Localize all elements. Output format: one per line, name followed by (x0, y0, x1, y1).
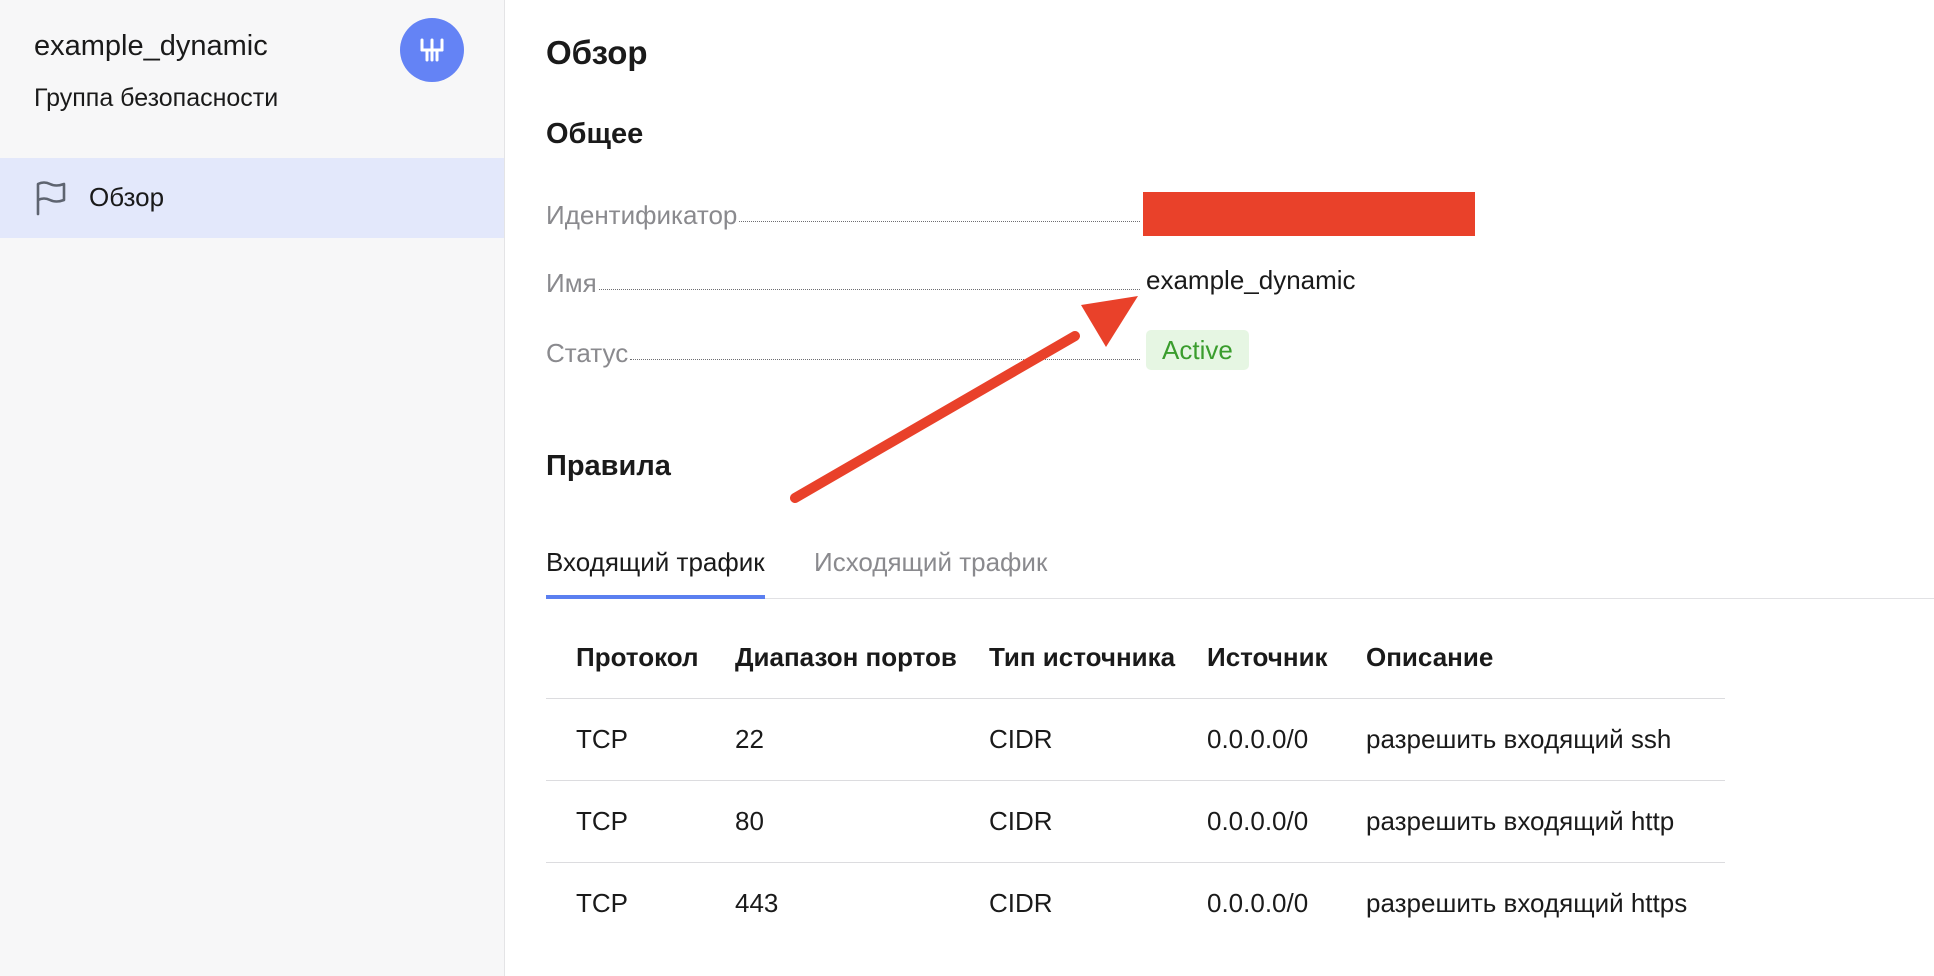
table-row[interactable]: TCP 80 CIDR 0.0.0.0/0 разрешить входящий… (546, 780, 1725, 863)
page-title: Обзор (546, 34, 648, 71)
property-row-name: Имя (546, 258, 1142, 298)
redacted-id-value (1143, 192, 1475, 236)
cell-source-type: CIDR (959, 780, 1177, 863)
flag-icon (34, 180, 68, 221)
dotted-leader (598, 289, 1140, 290)
cell-source: 0.0.0.0/0 (1177, 780, 1336, 863)
rules-table: Протокол Диапазон портов Тип источника И… (546, 616, 1725, 944)
traffic-tabs: Входящий трафик Исходящий трафик (546, 538, 1934, 599)
property-label: Идентификатор (546, 200, 738, 230)
cell-description: разрешить входящий http (1336, 780, 1725, 863)
resource-title: example_dynamic (34, 30, 268, 62)
cell-port-range: 22 (705, 698, 959, 781)
resource-type: Группа безопасности (34, 84, 279, 112)
sidebar-item-overview[interactable]: Обзор (0, 158, 504, 238)
cell-source-type: CIDR (959, 698, 1177, 781)
property-label: Статус (546, 338, 629, 368)
table-row[interactable]: TCP 443 CIDR 0.0.0.0/0 разрешить входящи… (546, 863, 1725, 945)
cell-port-range: 443 (735, 888, 779, 918)
cell-protocol: TCP (546, 698, 705, 781)
tab-egress[interactable]: Исходящий трафик (814, 538, 1047, 595)
cell-source: 0.0.0.0/0 (1207, 888, 1309, 918)
cell-port-range: 80 (705, 780, 959, 863)
property-row-status: Статус (546, 328, 1142, 368)
cell-description: разрешить входящий ssh (1336, 698, 1725, 781)
sidebar-item-label: Обзор (89, 182, 165, 212)
column-header-source-type: Тип источника (959, 616, 1177, 699)
cell-source: 0.0.0.0/0 (1177, 698, 1336, 781)
status-badge: Active (1146, 330, 1249, 370)
cell-source-type: CIDR (989, 888, 1053, 918)
sidebar: example_dynamic Группа безопасности Обзо… (0, 0, 505, 976)
column-header-port-range: Диапазон портов (705, 616, 959, 699)
cell-protocol: TCP (576, 888, 628, 918)
name-value: example_dynamic (1146, 265, 1356, 295)
dotted-leader (739, 221, 1140, 222)
general-section-title: Общее (546, 118, 644, 150)
column-header-source: Источник (1177, 616, 1336, 699)
table-row[interactable]: TCP 22 CIDR 0.0.0.0/0 разрешить входящий… (546, 698, 1725, 781)
column-header-protocol: Протокол (546, 616, 705, 699)
tab-ingress[interactable]: Входящий трафик (546, 538, 765, 599)
property-row-id: Идентификатор (546, 190, 1142, 230)
vpc-network-icon[interactable] (400, 18, 464, 82)
dotted-leader (630, 359, 1140, 360)
cell-protocol: TCP (546, 780, 705, 863)
table-header-row: Протокол Диапазон портов Тип источника И… (546, 616, 1725, 699)
cell-description: разрешить входящий https (1366, 888, 1688, 918)
rules-section-title: Правила (546, 450, 671, 482)
property-label: Имя (546, 268, 597, 298)
column-header-description: Описание (1336, 616, 1725, 699)
